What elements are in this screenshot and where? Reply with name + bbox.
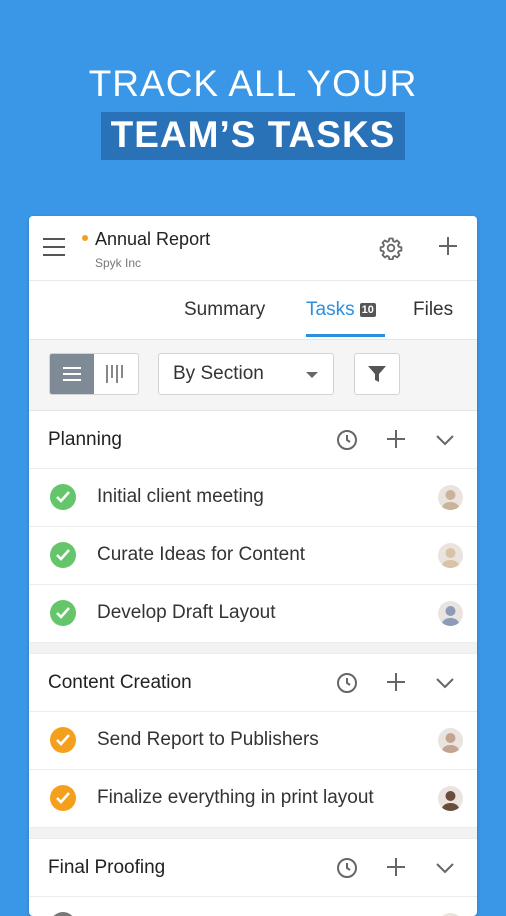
chevron-down-icon[interactable] — [435, 433, 455, 451]
task-row[interactable]: Curate Ideas for Content — [29, 527, 477, 585]
chevron-down-icon[interactable] — [435, 676, 455, 694]
section-title: Planning — [48, 429, 122, 450]
gear-icon[interactable] — [379, 236, 403, 260]
section-header[interactable]: Content Creation — [29, 654, 477, 712]
project-company: Spyk Inc — [95, 256, 142, 270]
app-screen: Annual Report Spyk Inc Summary Tasks 10 F… — [29, 216, 477, 916]
check-circle-icon[interactable] — [50, 600, 76, 626]
task-row[interactable]: Initial client meeting — [29, 469, 477, 527]
headline-line-2: TEAM’S TASKS — [100, 112, 406, 160]
project-title: Annual Report — [95, 229, 211, 249]
task-row[interactable]: Finalize everything in print layout — [29, 770, 477, 828]
section-header[interactable]: Planning — [29, 411, 477, 469]
view-toggle — [49, 353, 139, 395]
clock-icon[interactable] — [336, 857, 358, 884]
section-header[interactable]: Final Proofing — [29, 839, 477, 897]
plus-icon[interactable] — [386, 429, 406, 454]
avatar[interactable] — [438, 543, 463, 568]
active-tab-indicator — [306, 334, 385, 337]
task-row[interactable]: Develop Draft Layout — [29, 585, 477, 643]
filter-icon — [368, 366, 386, 382]
task-row[interactable]: Send Report to Publishers — [29, 712, 477, 770]
tab-tasks-label: Tasks — [306, 299, 355, 320]
task-name: Curate Ideas for Content — [97, 544, 306, 565]
check-circle-icon[interactable] — [50, 785, 76, 811]
filter-button[interactable] — [354, 353, 400, 395]
check-circle-icon[interactable] — [50, 484, 76, 510]
list-view-icon[interactable] — [50, 354, 94, 394]
tasks-count-badge: 10 — [359, 303, 376, 317]
avatar[interactable] — [438, 601, 463, 626]
chevron-down-icon[interactable] — [435, 861, 455, 879]
plus-icon[interactable] — [386, 857, 406, 882]
section-title: Content Creation — [48, 672, 192, 693]
task-toolbar: By Section — [29, 340, 477, 411]
board-view-icon[interactable] — [94, 354, 138, 394]
clock-icon[interactable] — [336, 672, 358, 699]
headline-line-1: TRACK ALL YOUR — [88, 63, 418, 104]
section-divider — [29, 828, 477, 839]
group-by-select[interactable]: By Section — [158, 353, 334, 395]
avatar[interactable] — [438, 485, 463, 510]
clock-icon[interactable] — [336, 429, 358, 456]
check-circle-icon[interactable] — [50, 727, 76, 753]
avatar[interactable] — [438, 728, 463, 753]
tab-files[interactable]: Files — [413, 299, 453, 321]
section-title: Final Proofing — [48, 857, 166, 878]
avatar[interactable] — [438, 786, 463, 811]
promo-headline: TRACK ALL YOUR TEAM’S TASKS — [0, 62, 506, 160]
task-sections: Planning Initial client meeting Curate Ide… — [29, 411, 477, 916]
group-by-value: By Section — [173, 363, 264, 384]
check-circle-icon[interactable] — [50, 542, 76, 568]
tab-bar: Summary Tasks 10 Files — [29, 281, 477, 340]
add-icon[interactable] — [436, 234, 460, 258]
tab-tasks[interactable]: Tasks 10 — [306, 299, 376, 321]
task-name: Finalize everything in print layout — [97, 787, 374, 808]
caret-down-icon — [306, 372, 318, 378]
app-bar: Annual Report Spyk Inc — [29, 216, 477, 281]
check-circle-icon[interactable] — [50, 912, 76, 916]
task-name: Send Report to Publishers — [97, 729, 319, 750]
plus-icon[interactable] — [386, 672, 406, 697]
task-name: Initial client meeting — [97, 486, 264, 507]
hamburger-icon[interactable] — [43, 238, 65, 256]
tab-summary[interactable]: Summary — [184, 299, 265, 321]
project-color-dot — [82, 235, 88, 241]
section-divider — [29, 643, 477, 654]
task-name: Develop Draft Layout — [97, 602, 276, 623]
